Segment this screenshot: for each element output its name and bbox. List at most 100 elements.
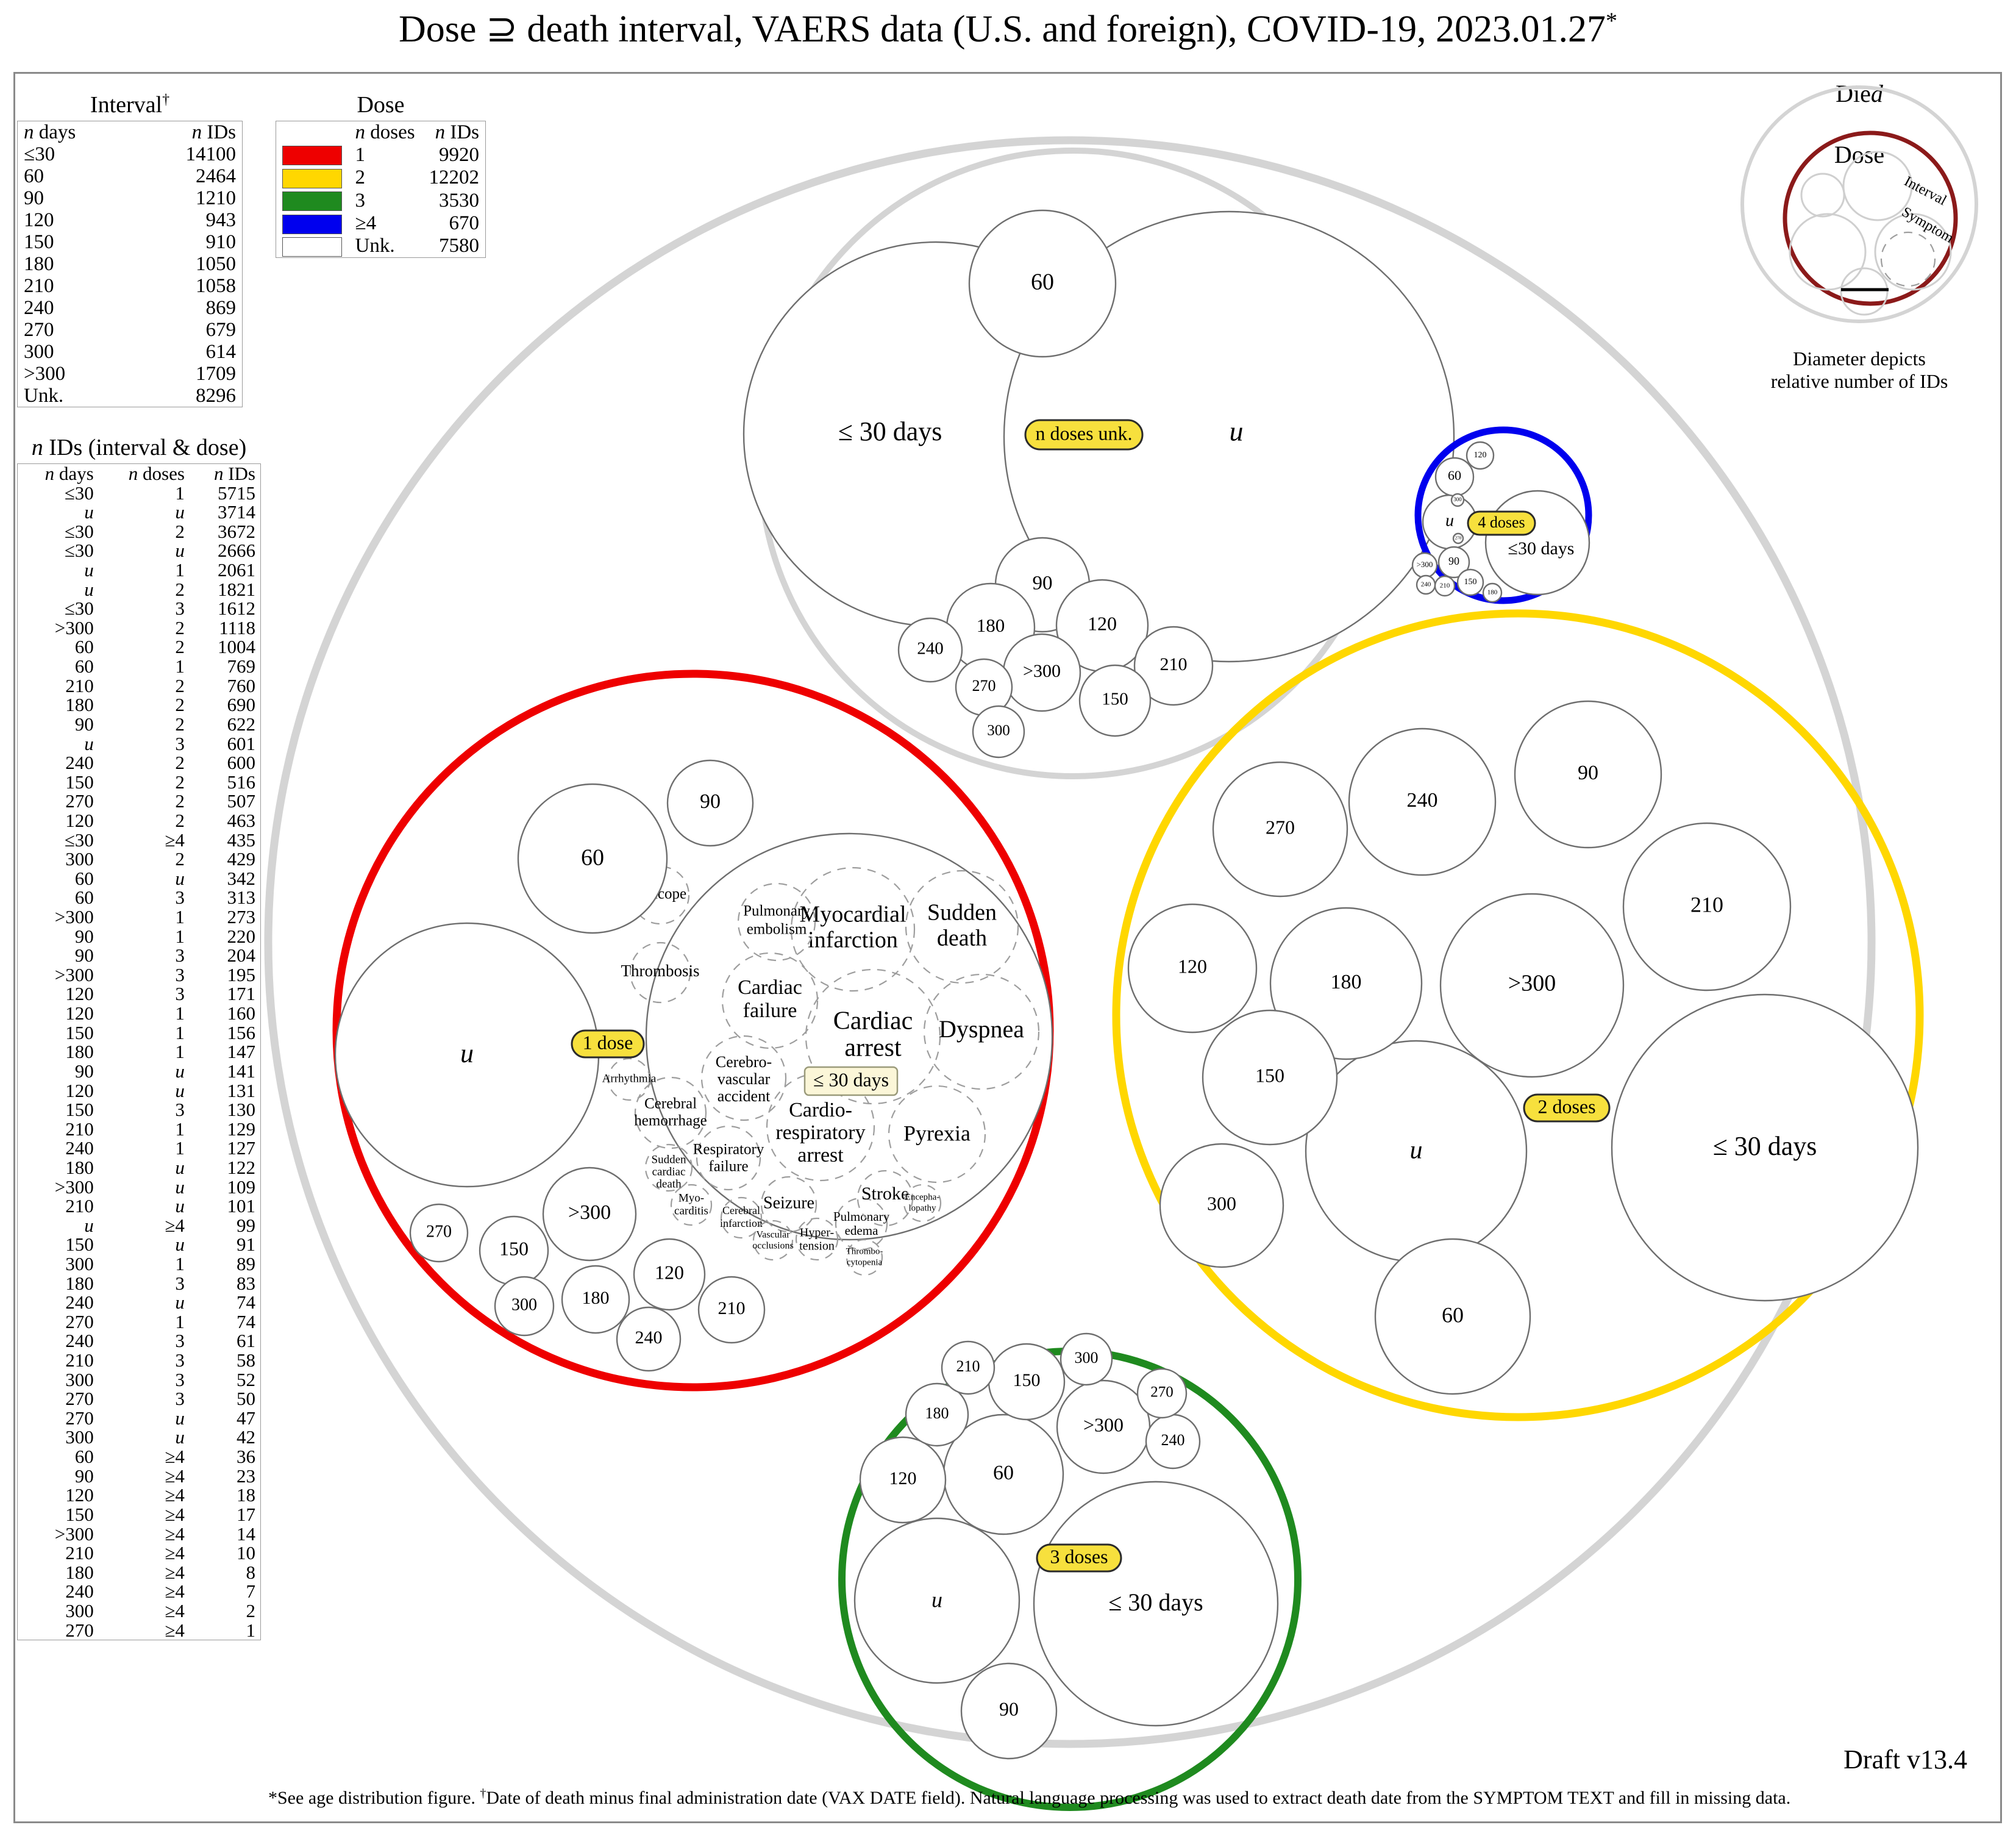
- svg-text:occlusions: occlusions: [752, 1241, 794, 1251]
- badge-dose-2: 2 doses: [1523, 1093, 1611, 1123]
- symptom-label-cardiac-arrest: Cardiac: [833, 1007, 913, 1035]
- symptom-label-vascular-occlusions: Vascular: [756, 1230, 790, 1240]
- dose4-label-120: 120: [1474, 451, 1487, 460]
- unk-label-210: 210: [1160, 654, 1188, 674]
- symptom-label-cerebrovascular-accident: Cerebro-: [716, 1053, 772, 1071]
- svg-text:death: death: [937, 926, 987, 951]
- symptom-label-encephalopathy: Encepha-: [905, 1192, 940, 1202]
- symptom-label-myocarditis: Myo-: [679, 1191, 704, 1204]
- badge-dose-4-text: 4 doses: [1478, 513, 1525, 531]
- dose3-label-180: 180: [925, 1404, 949, 1422]
- symptom-label-pulmonary-embolism: Pulmonary: [743, 903, 810, 920]
- dose3-label-300: 300: [1075, 1349, 1099, 1366]
- dose2-label-over300: >300: [1508, 971, 1556, 996]
- svg-text:edema: edema: [845, 1223, 878, 1238]
- dose3-label-over300: >300: [1083, 1413, 1124, 1435]
- svg-text:respiratory: respiratory: [775, 1121, 865, 1144]
- symptom-label-thrombosis: Thrombosis: [621, 962, 699, 980]
- unk-label-240: 240: [917, 639, 944, 659]
- dose1-label-150: 150: [499, 1237, 529, 1259]
- footnote-asterisk-part: *See age distribution figure.: [268, 1788, 476, 1808]
- svg-text:infarction: infarction: [720, 1217, 763, 1229]
- dose-group-unknown: ≤ 30 days u 60 90 180 120 240 >300 270 2…: [743, 148, 1455, 779]
- dose3-label-120: 120: [889, 1468, 917, 1488]
- footnote-dagger: †: [480, 1787, 486, 1800]
- symptom-label-cerebral-infarction: Cerebral: [722, 1204, 760, 1216]
- figure-page: Dose ⊇ death interval, VAERS data (U.S. …: [0, 0, 2016, 1847]
- svg-text:carditis: carditis: [674, 1204, 708, 1217]
- dose4-label-u: u: [1445, 511, 1454, 530]
- dose2-label-270: 270: [1266, 816, 1295, 838]
- badge-symptom-le30-text: ≤ 30 days: [813, 1068, 889, 1090]
- badge-dose-1-text: 1 dose: [583, 1031, 633, 1053]
- unk-label-over300: >300: [1023, 661, 1061, 681]
- symptom-label-pulmonary-edema: Pulmonary: [833, 1209, 890, 1224]
- badge-dose-unknown-text: n doses unk.: [1035, 422, 1132, 444]
- dose4-label-210: 210: [1440, 582, 1450, 590]
- svg-text:cytopenia: cytopenia: [847, 1257, 883, 1267]
- footnote-dagger-part: Date of death minus final administration…: [486, 1788, 1791, 1808]
- badge-dose-3: 3 doses: [1036, 1543, 1122, 1573]
- svg-text:failure: failure: [743, 999, 797, 1022]
- unk-label-270: 270: [972, 677, 996, 695]
- dose1-label-90: 90: [700, 790, 721, 813]
- symptom-label-thrombocytopenia: Thrombo-: [846, 1246, 883, 1256]
- svg-text:arrest: arrest: [797, 1144, 844, 1166]
- symptom-label-cardiac-failure: Cardiac: [738, 976, 802, 999]
- badge-dose-1: 1 dose: [571, 1029, 645, 1059]
- unk-label-300: 300: [987, 723, 1010, 739]
- dose1-label-210: 210: [718, 1298, 746, 1318]
- svg-text:lopathy: lopathy: [909, 1203, 936, 1213]
- svg-text:arrest: arrest: [844, 1034, 902, 1062]
- unk-label-60: 60: [1031, 270, 1054, 295]
- symptom-label-cerebral-hemorrhage: Cerebral: [644, 1096, 697, 1112]
- unk-label-u: u: [1230, 416, 1244, 447]
- dose1-label-270: 270: [426, 1222, 452, 1241]
- badge-dose-4: 4 doses: [1467, 510, 1536, 536]
- dose-group-3: ≤ 30 days u 60 90 >300 120 150 180 240 2…: [838, 1332, 1302, 1811]
- dose1-label-180: 180: [582, 1288, 610, 1308]
- svg-text:death: death: [656, 1177, 682, 1190]
- dose1-label-120: 120: [655, 1261, 684, 1283]
- unk-label-180: 180: [977, 615, 1005, 636]
- dose4-label-180: 180: [1487, 589, 1498, 596]
- dose2-label-90: 90: [1578, 762, 1598, 784]
- dose1-label-240: 240: [635, 1327, 663, 1348]
- footnote: *See age distribution figure. †Date of d…: [268, 1787, 1790, 1809]
- dose2-label-u: u: [1410, 1137, 1423, 1165]
- svg-text:cardiac: cardiac: [652, 1165, 686, 1178]
- dose2-label-180: 180: [1331, 971, 1362, 993]
- symptom-label-cardiorespiratory-arrest: Cardio-: [789, 1099, 852, 1121]
- unk-label-150: 150: [1102, 690, 1128, 709]
- dose1-label-u: u: [460, 1038, 474, 1068]
- svg-text:accident: accident: [718, 1087, 771, 1105]
- dose2-label-60: 60: [1442, 1302, 1464, 1327]
- symptom-label-hypertension: Hyper-: [800, 1226, 834, 1240]
- dose2-label-210: 210: [1690, 892, 1723, 916]
- dose-group-1: Myocardial infarction Sudden death Cardi…: [332, 670, 1054, 1392]
- svg-text:failure: failure: [708, 1159, 748, 1175]
- dose1-label-over300: >300: [568, 1201, 611, 1224]
- dose3-label-90: 90: [999, 1698, 1019, 1720]
- dose1-label-60: 60: [581, 845, 604, 871]
- dose2-label-300: 300: [1207, 1192, 1236, 1214]
- dose-group-4plus: ≤30 days u 60 120 300 270 90 >300 240 21…: [1411, 426, 1592, 604]
- draft-version: Draft v13.4: [1843, 1745, 1967, 1774]
- dose4-label-60: 60: [1448, 468, 1461, 483]
- dose4-label-90: 90: [1448, 555, 1459, 567]
- symptom-label-pyrexia: Pyrexia: [903, 1121, 971, 1145]
- badge-dose-3-text: 3 doses: [1050, 1545, 1108, 1567]
- symptom-label-dyspnea: Dyspnea: [939, 1015, 1024, 1043]
- symptom-label-respiratory-failure: Respiratory: [693, 1141, 764, 1158]
- dose4-label-270: 270: [1455, 536, 1462, 541]
- unk-label-90: 90: [1033, 573, 1053, 595]
- dose2-label-150: 150: [1255, 1064, 1284, 1086]
- dose-group-2: ≤ 30 days u >300 60 210 180 90 240 150 2…: [1112, 609, 1924, 1421]
- dose2-label-le30: ≤ 30 days: [1713, 1131, 1817, 1161]
- dose4-label-over300: >300: [1417, 560, 1433, 569]
- symptom-label-stroke: Stroke: [861, 1184, 909, 1204]
- dose2-label-120: 120: [1178, 955, 1207, 977]
- dose3-label-u: u: [931, 1587, 942, 1612]
- dose4-label-240: 240: [1421, 581, 1431, 588]
- bubble-diagram: ≤ 30 days u 60 90 180 120 240 >300 270 2…: [264, 136, 1924, 1811]
